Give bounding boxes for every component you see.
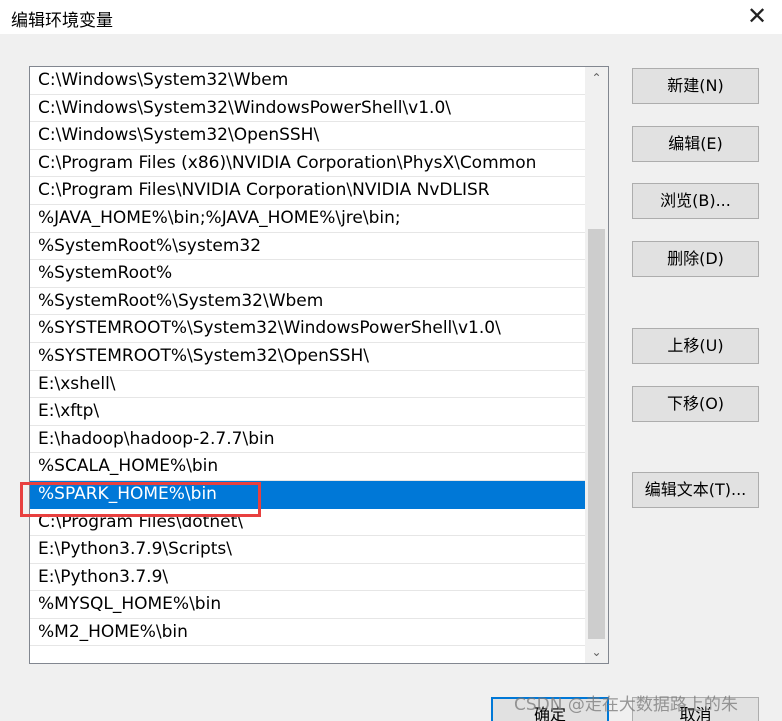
- delete-button[interactable]: 删除(D): [632, 241, 759, 277]
- list-item[interactable]: %SPARK_HOME%\bin: [30, 480, 585, 509]
- list-scrollbar[interactable]: ⌃ ⌄: [585, 67, 608, 663]
- list-item[interactable]: C:\Program Files\dotnet\: [30, 509, 585, 537]
- edit-environment-variable-dialog: 编辑环境变量 ✕ C:\Windows\System32\Wbem C:\Wind…: [0, 0, 782, 721]
- list-item[interactable]: E:\Python3.7.9\: [30, 564, 585, 592]
- list-item[interactable]: E:\xshell\: [30, 371, 585, 399]
- list-item[interactable]: %SYSTEMROOT%\System32\WindowsPowerShell\…: [30, 315, 585, 343]
- dialog-title: 编辑环境变量: [11, 11, 113, 31]
- scroll-up-icon[interactable]: ⌃: [585, 67, 608, 89]
- list-item[interactable]: C:\Program Files (x86)\NVIDIA Corporatio…: [30, 150, 585, 178]
- browse-button[interactable]: 浏览(B)...: [632, 183, 759, 219]
- list-item[interactable]: C:\Windows\System32\OpenSSH\: [30, 122, 585, 150]
- list-item[interactable]: %SystemRoot%\system32: [30, 233, 585, 261]
- list-item[interactable]: E:\Python3.7.9\Scripts\: [30, 536, 585, 564]
- list-item[interactable]: %SYSTEMROOT%\System32\OpenSSH\: [30, 343, 585, 371]
- list-item[interactable]: %SCALA_HOME%\bin: [30, 453, 585, 481]
- list-item[interactable]: E:\hadoop\hadoop-2.7.7\bin: [30, 426, 585, 454]
- path-list-items: C:\Windows\System32\Wbem C:\Windows\Syste…: [30, 67, 585, 647]
- move-down-button[interactable]: 下移(O): [632, 386, 759, 422]
- scroll-down-icon[interactable]: ⌄: [585, 641, 608, 663]
- list-item[interactable]: %JAVA_HOME%\bin;%JAVA_HOME%\jre\bin;: [30, 205, 585, 233]
- scroll-thumb[interactable]: [588, 229, 605, 639]
- list-item[interactable]: %SystemRoot%: [30, 260, 585, 288]
- path-list[interactable]: C:\Windows\System32\Wbem C:\Windows\Syste…: [29, 66, 609, 664]
- list-item[interactable]: C:\Program Files\NVIDIA Corporation\NVID…: [30, 177, 585, 205]
- close-icon[interactable]: ✕: [742, 1, 772, 31]
- watermark: CSDN @走在大数据路上的朱: [514, 695, 738, 715]
- edit-button[interactable]: 编辑(E): [632, 126, 759, 162]
- new-button[interactable]: 新建(N): [632, 68, 759, 104]
- list-item[interactable]: %SystemRoot%\System32\Wbem: [30, 288, 585, 316]
- move-up-button[interactable]: 上移(U): [632, 328, 759, 364]
- list-item[interactable]: E:\xftp\: [30, 398, 585, 426]
- list-item[interactable]: C:\Windows\System32\Wbem: [30, 67, 585, 95]
- edit-text-button[interactable]: 编辑文本(T)...: [632, 472, 759, 508]
- list-item[interactable]: %MYSQL_HOME%\bin: [30, 591, 585, 619]
- list-item[interactable]: C:\Windows\System32\WindowsPowerShell\v1…: [30, 95, 585, 123]
- title-bar: 编辑环境变量 ✕: [0, 0, 782, 34]
- list-item[interactable]: %M2_HOME%\bin: [30, 619, 585, 647]
